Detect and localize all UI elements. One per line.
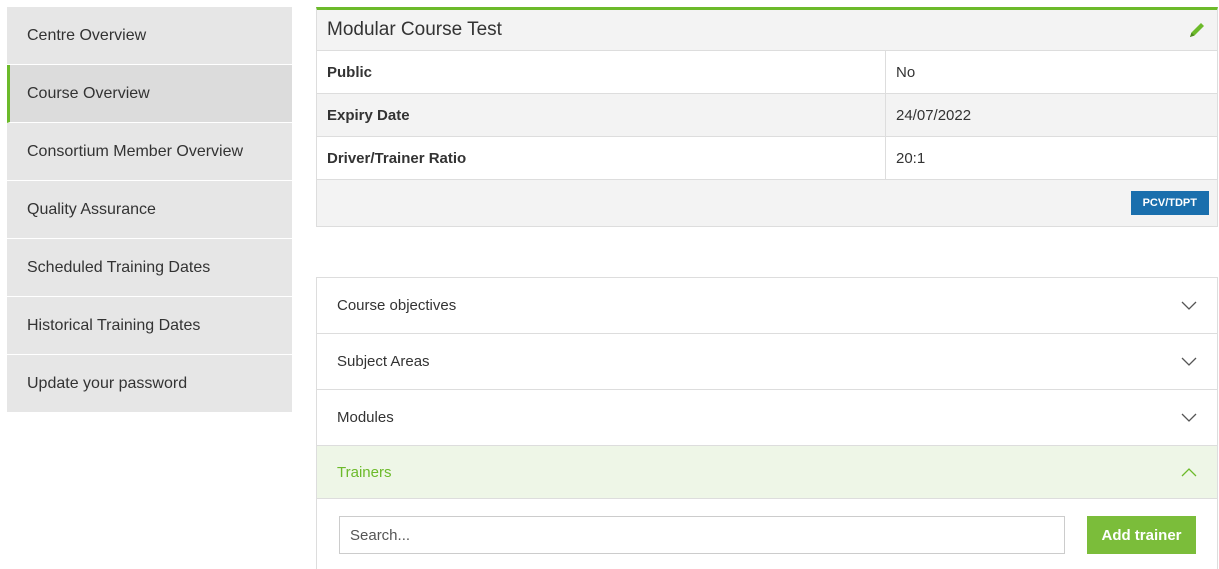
sidebar-item-label: Scheduled Training Dates bbox=[27, 258, 211, 276]
sidebar-item-label: Quality Assurance bbox=[27, 200, 156, 218]
sidebar-item-update-password[interactable]: Update your password bbox=[7, 355, 292, 413]
table-row: Expiry Date 24/07/2022 bbox=[317, 93, 1217, 137]
course-header: Modular Course Test bbox=[317, 10, 1217, 50]
sidebar-item-consortium-member-overview[interactable]: Consortium Member Overview bbox=[7, 123, 292, 181]
accordion-course-objectives[interactable]: Course objectives bbox=[317, 278, 1217, 334]
detail-label-driver-trainer-ratio: Driver/Trainer Ratio bbox=[317, 136, 886, 179]
detail-value-driver-trainer-ratio: 20:1 bbox=[885, 136, 1217, 179]
sidebar-item-label: Historical Training Dates bbox=[27, 316, 201, 334]
accordion-label: Modules bbox=[337, 409, 394, 426]
accordion-modules[interactable]: Modules bbox=[317, 390, 1217, 446]
course-card-footer: PCV/TDPT bbox=[317, 179, 1217, 226]
accordion-label: Course objectives bbox=[337, 297, 457, 314]
sidebar-item-scheduled-training-dates[interactable]: Scheduled Training Dates bbox=[7, 239, 292, 297]
chevron-up-icon bbox=[1181, 468, 1197, 477]
course-details-card: Modular Course Test Public No Expiry Dat… bbox=[316, 7, 1218, 227]
chevron-down-icon bbox=[1181, 413, 1197, 422]
course-accordion: Course objectives Subject Areas Modules … bbox=[316, 277, 1218, 569]
trainers-panel: Add trainer bbox=[317, 499, 1217, 569]
sidebar-item-label: Update your password bbox=[27, 374, 188, 392]
sidebar-item-centre-overview[interactable]: Centre Overview bbox=[7, 7, 292, 65]
accordion-label: Trainers bbox=[337, 463, 392, 481]
sidebar-item-label: Centre Overview bbox=[27, 26, 147, 44]
sidebar-item-quality-assurance[interactable]: Quality Assurance bbox=[7, 181, 292, 239]
detail-label-expiry-date: Expiry Date bbox=[317, 93, 886, 137]
table-row: Public No bbox=[317, 50, 1217, 94]
sidebar-nav: Centre Overview Course Overview Consorti… bbox=[7, 7, 292, 413]
add-trainer-button[interactable]: Add trainer bbox=[1087, 516, 1196, 554]
accordion-trainers[interactable]: Trainers bbox=[317, 446, 1217, 499]
sidebar-item-course-overview[interactable]: Course Overview bbox=[7, 65, 292, 123]
chevron-down-icon bbox=[1181, 357, 1197, 366]
detail-value-public: No bbox=[885, 50, 1217, 94]
pencil-icon[interactable] bbox=[1187, 20, 1207, 40]
detail-label-public: Public bbox=[317, 50, 886, 94]
sidebar-item-historical-training-dates[interactable]: Historical Training Dates bbox=[7, 297, 292, 355]
sidebar-item-label: Course Overview bbox=[27, 84, 150, 102]
pcv-tdpt-button[interactable]: PCV/TDPT bbox=[1130, 191, 1209, 215]
trainer-search-input[interactable] bbox=[339, 516, 1065, 554]
accordion-subject-areas[interactable]: Subject Areas bbox=[317, 334, 1217, 390]
course-details-table: Public No Expiry Date 24/07/2022 Driver/… bbox=[317, 50, 1217, 179]
chevron-down-icon bbox=[1181, 301, 1197, 310]
table-row: Driver/Trainer Ratio 20:1 bbox=[317, 136, 1217, 179]
accordion-label: Subject Areas bbox=[337, 353, 430, 370]
course-title: Modular Course Test bbox=[327, 19, 502, 40]
sidebar-item-label: Consortium Member Overview bbox=[27, 142, 244, 160]
detail-value-expiry-date: 24/07/2022 bbox=[885, 93, 1217, 137]
